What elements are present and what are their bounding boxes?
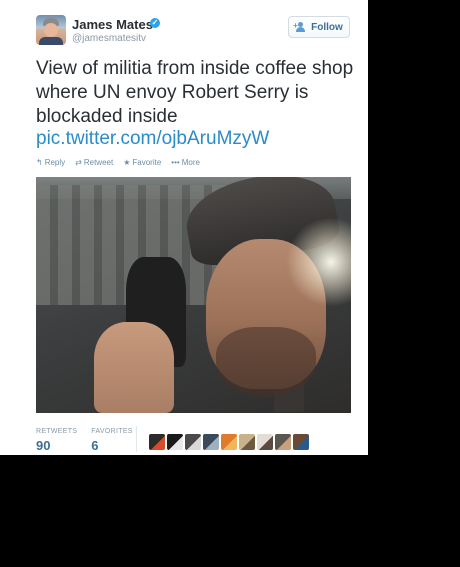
favoriter-avatars <box>149 434 309 450</box>
reply-label: Reply <box>44 158 66 167</box>
user-avatar[interactable] <box>36 15 66 45</box>
avatar-7[interactable] <box>257 434 273 450</box>
tweet-stats: RETWEETS 90 FAVORITES 6 <box>36 428 147 453</box>
follow-button-label: Follow <box>311 21 343 33</box>
tweet-photo[interactable] <box>36 177 351 413</box>
user-name[interactable]: James Mates <box>72 17 153 32</box>
avatar-2[interactable] <box>167 434 183 450</box>
stats-divider <box>136 426 137 452</box>
follow-button[interactable]: + Follow <box>288 16 350 38</box>
star-icon: ★ <box>123 158 131 167</box>
favorites-label: FAVORITES <box>91 428 133 435</box>
avatar-6[interactable] <box>239 434 255 450</box>
more-dots-icon: ••• <box>171 158 180 167</box>
reply-icon: ↰ <box>36 158 43 167</box>
avatar-8[interactable] <box>275 434 291 450</box>
tweet-text: View of militia from inside coffee shop … <box>36 58 354 127</box>
retweet-button[interactable]: ⇄ Retweet <box>75 158 113 167</box>
tweet-card: James Mates ✓ @jamesmatesitv + Follow Vi… <box>0 0 368 455</box>
verified-badge-icon: ✓ <box>150 18 160 28</box>
favorites-stat[interactable]: FAVORITES 6 <box>91 428 132 453</box>
retweets-count: 90 <box>36 438 51 453</box>
avatar-3[interactable] <box>185 434 201 450</box>
user-handle[interactable]: @jamesmatesitv <box>72 33 146 44</box>
tweet-media-link[interactable]: pic.twitter.com/ojbAruMzyW <box>36 127 269 151</box>
retweet-label: Retweet <box>83 158 114 167</box>
avatar-4[interactable] <box>203 434 219 450</box>
more-button[interactable]: ••• More <box>171 158 200 167</box>
favorites-count: 6 <box>91 438 99 453</box>
tweet-actions: ↰ Reply ⇄ Retweet ★ Favorite ••• More <box>36 158 200 167</box>
retweets-stat[interactable]: RETWEETS 90 <box>36 428 77 453</box>
avatar-9[interactable] <box>293 434 309 450</box>
more-label: More <box>181 158 200 167</box>
retweet-icon: ⇄ <box>75 158 82 167</box>
retweets-label: RETWEETS <box>36 428 78 435</box>
favorite-button[interactable]: ★ Favorite <box>123 158 161 167</box>
reply-button[interactable]: ↰ Reply <box>36 158 65 167</box>
favorite-label: Favorite <box>132 158 162 167</box>
avatar-5[interactable] <box>221 434 237 450</box>
avatar-1[interactable] <box>149 434 165 450</box>
add-person-icon: + <box>293 22 307 32</box>
